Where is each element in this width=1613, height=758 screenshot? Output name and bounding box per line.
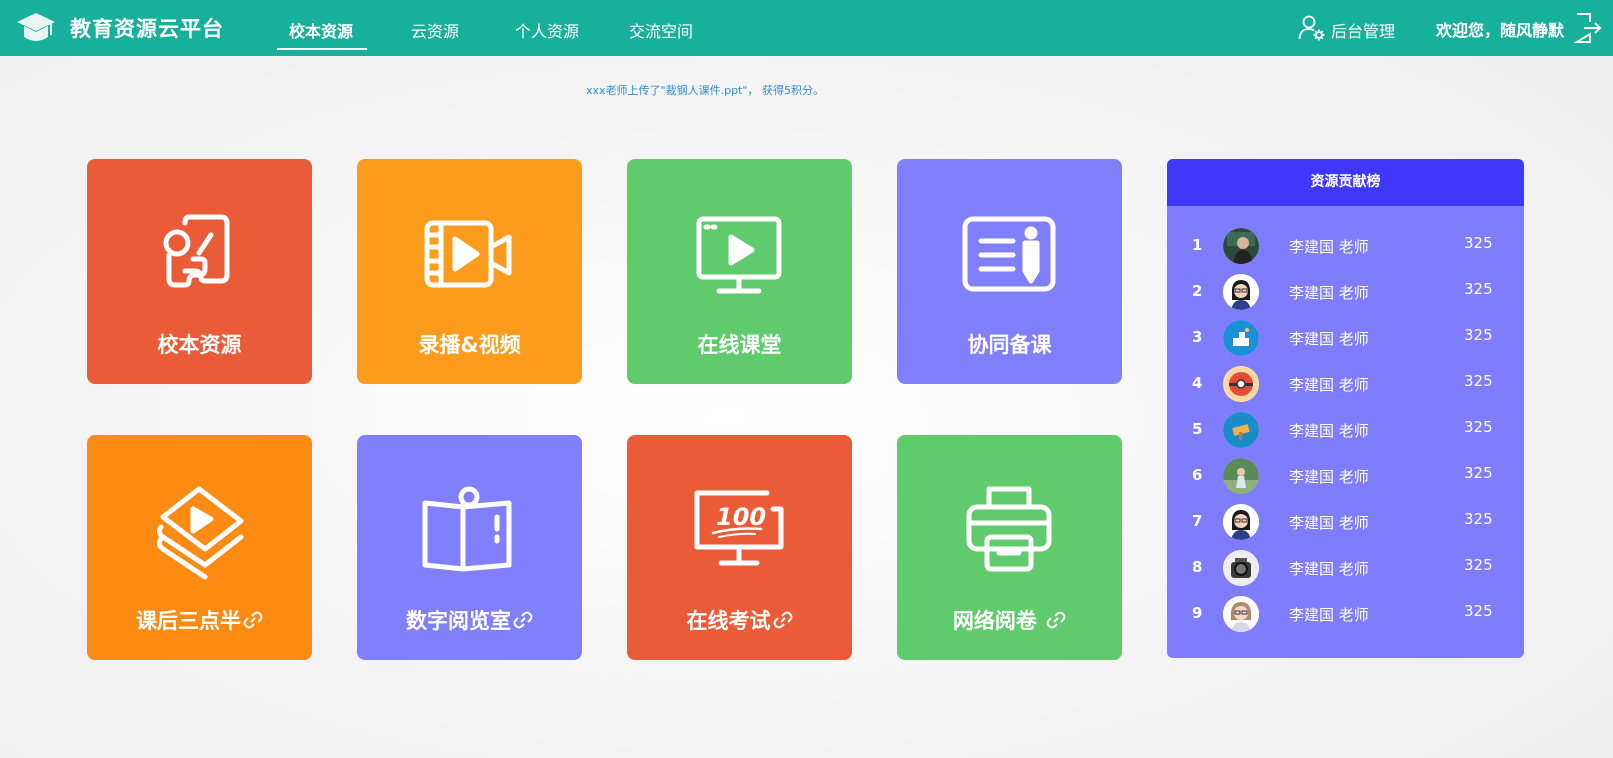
welcome-text: 欢迎您，随风静默 <box>1436 21 1565 40</box>
avatar[interactable] <box>1223 550 1259 586</box>
rank-number: 8 <box>1192 558 1203 576</box>
avatar[interactable] <box>1223 596 1259 632</box>
rank-number: 3 <box>1192 328 1203 346</box>
avatar[interactable] <box>1223 274 1259 310</box>
avatar[interactable] <box>1223 458 1259 494</box>
avatar[interactable] <box>1223 504 1259 540</box>
ranking-row[interactable]: 7 李建国 老师 325 <box>1167 499 1524 545</box>
teacher-name: 李建国 老师 <box>1289 422 1369 440</box>
ranking-row[interactable]: 8 李建国 老师 325 <box>1167 545 1524 591</box>
tile-label-text: 课后三点半 <box>136 609 241 633</box>
rank-number: 4 <box>1192 374 1203 392</box>
link-icon <box>513 611 533 629</box>
monitor-100-icon: 100 <box>694 490 784 566</box>
tile-school-resources[interactable]: 校本资源 <box>87 159 312 384</box>
stacked-video-icon <box>156 486 244 580</box>
tile-recording-video[interactable]: 录播&视频 <box>357 159 582 384</box>
rank-number: 9 <box>1192 604 1203 622</box>
tile-online-classroom[interactable]: 在线课堂 <box>627 159 852 384</box>
tile-label-text: 数字阅览室 <box>406 609 511 633</box>
nav-cloud-resources[interactable]: 云资源 <box>411 18 459 42</box>
teacher-name: 李建国 老师 <box>1289 330 1369 348</box>
tile-collaborative-prep[interactable]: 协同备课 <box>897 159 1122 384</box>
tile-label: 网络阅卷 <box>897 605 1122 635</box>
tile-label: 协同备课 <box>967 333 1052 357</box>
link-icon <box>773 611 792 629</box>
score: 325 <box>1464 464 1493 482</box>
score: 325 <box>1464 234 1493 252</box>
rank-number: 6 <box>1192 466 1203 484</box>
rank-number: 1 <box>1192 236 1203 254</box>
app-title: 教育资源云平台 <box>70 17 224 41</box>
avatar[interactable] <box>1223 366 1259 402</box>
user-settings-icon[interactable] <box>1298 14 1326 42</box>
rank-number: 5 <box>1192 420 1203 438</box>
teacher-name: 李建国 老师 <box>1289 238 1369 256</box>
tile-label: 课后三点半 <box>87 605 312 635</box>
score: 325 <box>1464 602 1493 620</box>
teacher-name: 李建国 老师 <box>1289 560 1369 578</box>
avatar[interactable] <box>1223 320 1259 356</box>
link-icon <box>243 611 263 629</box>
ranking-title: 资源贡献榜 <box>1167 159 1524 206</box>
ranking-row[interactable]: 2 李建国 老师 325 <box>1167 269 1524 315</box>
puzzle-icon <box>163 214 230 288</box>
tile-label-text: 网络阅卷 <box>952 609 1037 633</box>
ranking-row[interactable]: 1 李建国 老师 325 <box>1167 223 1524 269</box>
rank-number: 7 <box>1192 512 1203 530</box>
monitor-play-icon <box>696 216 782 294</box>
teacher-name: 李建国 老师 <box>1289 284 1369 302</box>
nav-school-resources[interactable]: 校本资源 <box>289 18 353 42</box>
score: 325 <box>1464 418 1493 436</box>
svg-text:100: 100 <box>716 503 766 531</box>
open-book-icon <box>422 486 512 572</box>
tile-label: 在线考试 <box>627 605 852 635</box>
nav-exchange-space[interactable]: 交流空间 <box>629 18 693 42</box>
teacher-name: 李建国 老师 <box>1289 606 1369 624</box>
avatar[interactable] <box>1223 228 1259 264</box>
nav-active-underline <box>277 48 367 50</box>
logout-icon[interactable] <box>1574 12 1602 44</box>
ranking-row[interactable]: 9 李建国 老师 325 <box>1167 591 1524 637</box>
tile-label: 录播&视频 <box>418 333 521 357</box>
video-camera-icon <box>424 220 512 288</box>
admin-link[interactable]: 后台管理 <box>1331 18 1395 42</box>
tile-online-exam[interactable]: 100 在线考试 <box>627 435 852 660</box>
teacher-name: 李建国 老师 <box>1289 514 1369 532</box>
tile-label-text: 在线考试 <box>686 609 771 633</box>
avatar[interactable] <box>1223 412 1259 448</box>
ranking-row[interactable]: 5 李建国 老师 325 <box>1167 407 1524 453</box>
tile-after-school[interactable]: 课后三点半 <box>87 435 312 660</box>
teacher-name: 李建国 老师 <box>1289 376 1369 394</box>
score: 325 <box>1464 556 1493 574</box>
link-icon <box>1046 611 1066 629</box>
score: 325 <box>1464 372 1493 390</box>
tile-label: 数字阅览室 <box>357 605 582 635</box>
ranking-row[interactable]: 4 李建国 老师 325 <box>1167 361 1524 407</box>
printer-icon <box>966 486 1052 572</box>
ranking-row[interactable]: 6 李建国 老师 325 <box>1167 453 1524 499</box>
teacher-name: 李建国 老师 <box>1289 468 1369 486</box>
upload-notice: xxx老师上传了"裁钢人课件.ppt"， 获得5积分。 <box>586 84 824 97</box>
graduation-cap-icon[interactable] <box>16 9 56 47</box>
tile-label: 校本资源 <box>157 333 242 357</box>
notes-pen-icon <box>962 216 1056 292</box>
score: 325 <box>1464 280 1493 298</box>
nav-personal-resources[interactable]: 个人资源 <box>515 18 579 42</box>
tile-digital-reading-room[interactable]: 数字阅览室 <box>357 435 582 660</box>
score: 325 <box>1464 326 1493 344</box>
contribution-ranking-panel: 资源贡献榜 1 李建国 老师 325 2 李建国 老师 325 3 李建国 老师… <box>1167 159 1524 658</box>
rank-number: 2 <box>1192 282 1203 300</box>
tile-label: 在线课堂 <box>697 333 782 357</box>
ranking-row[interactable]: 3 李建国 老师 325 <box>1167 315 1524 361</box>
top-header: 教育资源云平台 校本资源 云资源 个人资源 交流空间 后台管理 欢迎您，随风静默 <box>0 0 1613 56</box>
tile-online-marking[interactable]: 网络阅卷 <box>897 435 1122 660</box>
score: 325 <box>1464 510 1493 528</box>
